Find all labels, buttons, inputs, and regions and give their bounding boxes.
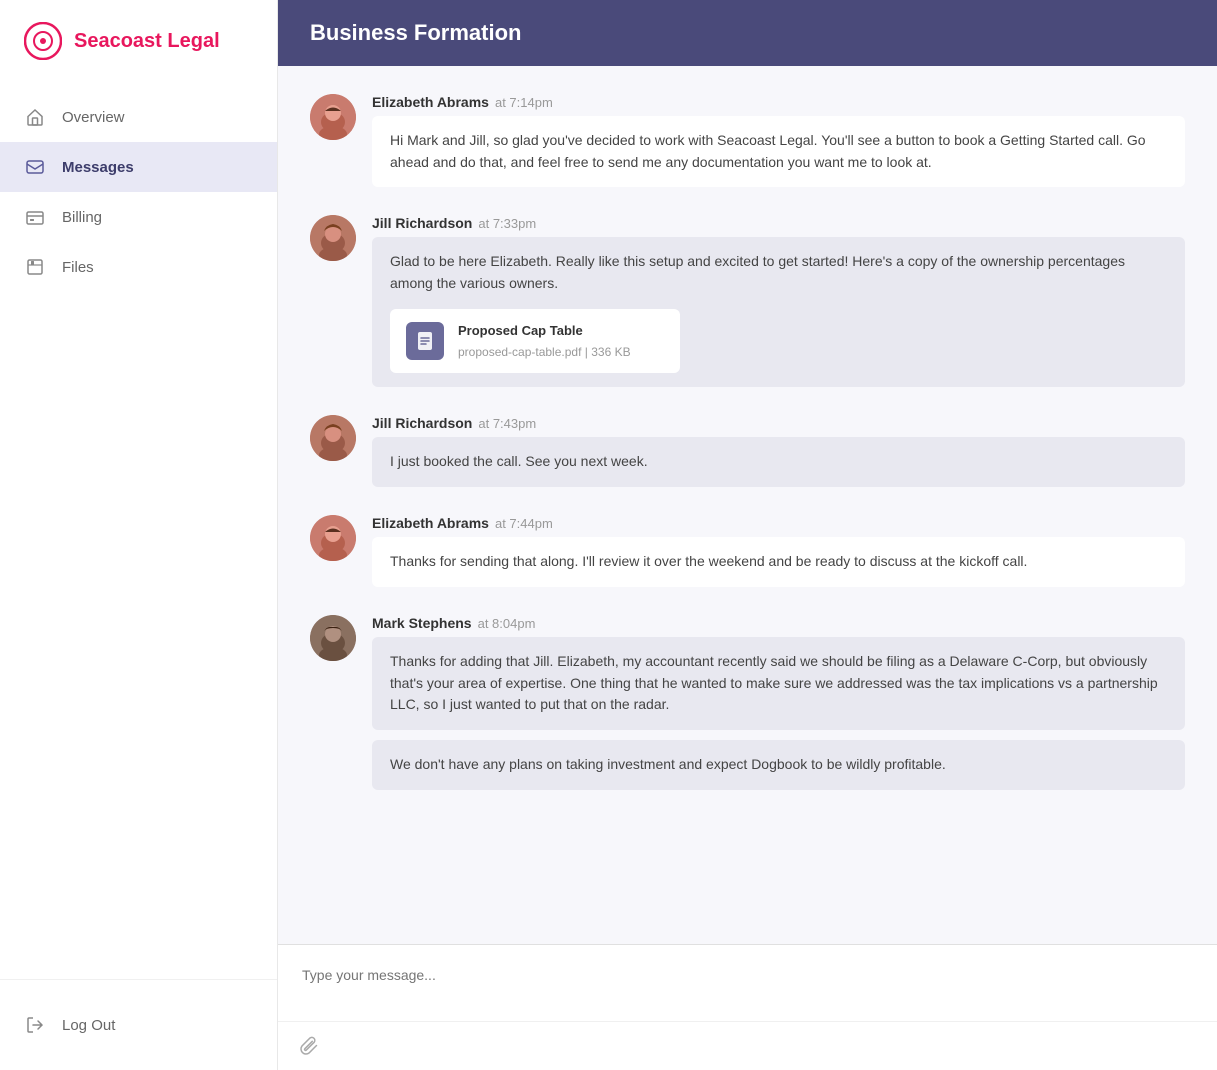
file-name: Proposed Cap Table: [458, 321, 664, 341]
message-content: Elizabeth Abrams at 7:14pm Hi Mark and J…: [372, 94, 1185, 187]
message-content: Jill Richardson at 7:43pm I just booked …: [372, 415, 1185, 487]
avatar: [310, 94, 356, 140]
avatar: [310, 615, 356, 661]
paperclip-icon: [300, 1036, 320, 1056]
file-attachment[interactable]: Proposed Cap Table proposed-cap-table.pd…: [390, 309, 680, 374]
message-content: Elizabeth Abrams at 7:44pm Thanks for se…: [372, 515, 1185, 587]
files-icon: [24, 256, 46, 278]
messages-icon: [24, 156, 46, 178]
sidebar: Seacoast Legal Overview Messages: [0, 0, 278, 1070]
avatar-image-ea2: [310, 515, 356, 561]
message-author: Elizabeth Abrams: [372, 515, 489, 531]
sidebar-item-billing-label: Billing: [62, 209, 102, 226]
avatar-image-jr: [310, 215, 356, 261]
message-bubble-2: We don't have any plans on taking invest…: [372, 740, 1185, 790]
message-row: Jill Richardson at 7:33pm Glad to be her…: [310, 215, 1185, 387]
sidebar-item-messages-label: Messages: [62, 159, 134, 176]
message-meta: Jill Richardson at 7:33pm: [372, 215, 1185, 231]
message-bubble: Glad to be here Elizabeth. Really like t…: [372, 237, 1185, 387]
message-content: Mark Stephens at 8:04pm Thanks for addin…: [372, 615, 1185, 790]
sidebar-item-messages[interactable]: Messages: [0, 142, 277, 192]
message-time: at 8:04pm: [478, 616, 536, 631]
message-author: Jill Richardson: [372, 215, 472, 231]
message-time: at 7:43pm: [478, 416, 536, 431]
sidebar-item-overview[interactable]: Overview: [0, 92, 277, 142]
attach-button[interactable]: [296, 1032, 324, 1060]
logout-button[interactable]: Log Out: [0, 1000, 277, 1050]
message-meta: Mark Stephens at 8:04pm: [372, 615, 1185, 631]
avatar: [310, 515, 356, 561]
message-time: at 7:14pm: [495, 95, 553, 110]
message-bubble: I just booked the call. See you next wee…: [372, 437, 1185, 487]
home-icon: [24, 106, 46, 128]
message-meta: Elizabeth Abrams at 7:44pm: [372, 515, 1185, 531]
file-info: Proposed Cap Table proposed-cap-table.pd…: [458, 321, 664, 362]
sidebar-item-files-label: Files: [62, 259, 94, 276]
logout-label: Log Out: [62, 1017, 115, 1034]
page-header: Business Formation: [278, 0, 1217, 66]
message-author: Elizabeth Abrams: [372, 94, 489, 110]
main-content: Business Formation Elizabeth Abrams at 7…: [278, 0, 1217, 1070]
message-row: Jill Richardson at 7:43pm I just booked …: [310, 415, 1185, 487]
page-title: Business Formation: [310, 20, 1185, 46]
message-content: Jill Richardson at 7:33pm Glad to be her…: [372, 215, 1185, 387]
avatar-image-jr2: [310, 415, 356, 461]
avatar-image-ea: [310, 94, 356, 140]
message-meta: Jill Richardson at 7:43pm: [372, 415, 1185, 431]
message-input-area: [278, 944, 1217, 1070]
file-meta: proposed-cap-table.pdf | 336 KB: [458, 343, 664, 362]
brand-name: Seacoast Legal: [74, 30, 220, 53]
message-row: Elizabeth Abrams at 7:14pm Hi Mark and J…: [310, 94, 1185, 187]
input-toolbar: [278, 1021, 1217, 1070]
message-bubble: Hi Mark and Jill, so glad you've decided…: [372, 116, 1185, 187]
file-icon: [406, 322, 444, 360]
messages-list: Elizabeth Abrams at 7:14pm Hi Mark and J…: [278, 66, 1217, 944]
sidebar-bottom: Log Out: [0, 979, 277, 1070]
message-author: Mark Stephens: [372, 615, 472, 631]
message-bubble: Thanks for sending that along. I'll revi…: [372, 537, 1185, 587]
message-time: at 7:33pm: [478, 216, 536, 231]
message-time: at 7:44pm: [495, 516, 553, 531]
message-meta: Elizabeth Abrams at 7:14pm: [372, 94, 1185, 110]
billing-icon: [24, 206, 46, 228]
avatar: [310, 415, 356, 461]
avatar-image-ms: [310, 615, 356, 661]
sidebar-nav: Overview Messages Billing: [0, 82, 277, 979]
sidebar-item-billing[interactable]: Billing: [0, 192, 277, 242]
sidebar-item-overview-label: Overview: [62, 109, 125, 126]
sidebar-item-files[interactable]: Files: [0, 242, 277, 292]
message-row: Mark Stephens at 8:04pm Thanks for addin…: [310, 615, 1185, 790]
document-icon: [416, 331, 434, 351]
message-author: Jill Richardson: [372, 415, 472, 431]
logo-area: Seacoast Legal: [0, 0, 277, 82]
message-input[interactable]: [278, 945, 1217, 1021]
message-bubble: Thanks for adding that Jill. Elizabeth, …: [372, 637, 1185, 730]
message-row: Elizabeth Abrams at 7:44pm Thanks for se…: [310, 515, 1185, 587]
logo-icon: [24, 22, 62, 60]
logout-icon: [24, 1014, 46, 1036]
avatar: [310, 215, 356, 261]
